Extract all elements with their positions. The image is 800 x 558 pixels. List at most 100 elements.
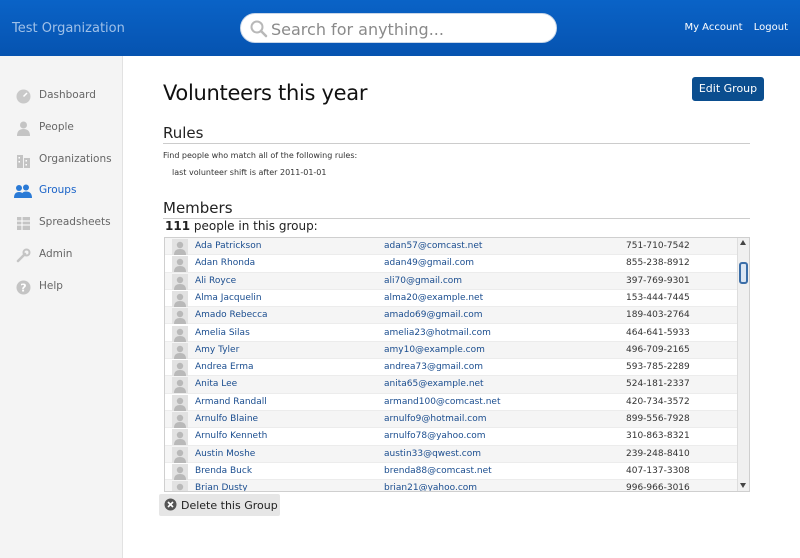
account-links: My Account Logout xyxy=(676,22,788,33)
table-row[interactable]: Amelia Silas amelia23@hotmail.com 464-641-… xyxy=(165,325,737,342)
member-name-link[interactable]: Alma Jacquelin xyxy=(195,293,262,303)
member-email-link[interactable]: adan57@comcast.net xyxy=(384,241,482,251)
table-row[interactable]: Adan Rhonda adan49@gmail.com 855-238-8912 xyxy=(165,255,737,273)
member-name-link[interactable]: Arnulfo Blaine xyxy=(195,414,258,424)
member-name-link[interactable]: Ada Patrickson xyxy=(195,241,261,251)
my-account-link[interactable]: My Account xyxy=(684,22,742,33)
member-phone: 996-966-3016 xyxy=(626,483,690,492)
member-name-link[interactable]: Austin Moshe xyxy=(195,449,255,459)
person-icon xyxy=(17,121,30,136)
sidebar-item-label: Dashboard xyxy=(39,89,96,101)
member-email-link[interactable]: andrea73@gmail.com xyxy=(384,362,483,372)
table-row[interactable]: Brenda Buck brenda88@comcast.net 407-137-3… xyxy=(165,463,737,481)
delete-group-label: Delete this Group xyxy=(181,499,278,512)
member-name-link[interactable]: Amado Rebecca xyxy=(195,310,268,320)
avatar-icon xyxy=(172,412,188,428)
member-email-link[interactable]: arnulfo78@yahoo.com xyxy=(384,431,486,441)
table-row[interactable]: Amy Tyler amy10@example.com 496-709-2165 xyxy=(165,341,737,360)
search-input[interactable] xyxy=(271,18,546,40)
avatar-icon xyxy=(172,429,188,446)
member-name-link[interactable]: Adan Rhonda xyxy=(195,258,255,268)
rules-intro: Find people who match all of the followi… xyxy=(163,151,358,160)
member-name-link[interactable]: Ali Royce xyxy=(195,276,236,286)
table-row[interactable]: Ali Royce ali70@gmail.com 397-769-9301 xyxy=(165,272,737,290)
table-row[interactable]: Brian Dusty brian21@yahoo.com 996-966-3016 xyxy=(165,480,737,492)
search-icon xyxy=(250,20,268,38)
member-email-link[interactable]: arnulfo9@hotmail.com xyxy=(384,414,486,424)
sidebar-item-groups[interactable]: Groups xyxy=(0,178,123,204)
member-phone: 751-710-7542 xyxy=(626,241,690,251)
sidebar: Dashboard People Organizations Groups Sp… xyxy=(0,56,123,558)
edit-group-button[interactable]: Edit Group xyxy=(692,77,764,101)
member-phone: 239-248-8410 xyxy=(626,448,690,459)
scroll-thumb[interactable] xyxy=(739,262,748,284)
table-row[interactable]: Andrea Erma andrea73@gmail.com 593-785-228… xyxy=(165,359,737,377)
sidebar-item-label: Help xyxy=(39,280,63,292)
sidebar-item-label: Spreadsheets xyxy=(39,216,111,228)
table-row[interactable]: Arnulfo Kenneth arnulfo78@yahoo.com 310-86… xyxy=(165,428,737,446)
sidebar-item-spreadsheets[interactable]: Spreadsheets xyxy=(0,210,123,236)
avatar-icon xyxy=(172,256,188,273)
help-icon: ? xyxy=(16,280,31,295)
org-name[interactable]: Test Organization xyxy=(12,21,125,36)
sidebar-item-label: Groups xyxy=(39,184,77,196)
sidebar-item-label: People xyxy=(39,121,74,133)
member-name-link[interactable]: Armand Randall xyxy=(195,397,267,407)
table-row[interactable]: Arnulfo Blaine arnulfo9@hotmail.com 899-55… xyxy=(165,411,737,429)
member-email-link[interactable]: armand100@comcast.net xyxy=(384,397,500,407)
sidebar-item-help[interactable]: ? Help xyxy=(0,274,123,300)
table-row[interactable]: Austin Moshe austin33@qwest.com 239-248-84… xyxy=(165,445,737,463)
member-name-link[interactable]: Amy Tyler xyxy=(195,345,239,355)
avatar-icon xyxy=(172,481,188,491)
member-phone: 407-137-3308 xyxy=(626,465,690,476)
sidebar-item-people[interactable]: People xyxy=(0,115,123,141)
member-phone: 310-863-8321 xyxy=(626,431,690,442)
member-email-link[interactable]: alma20@example.net xyxy=(384,293,483,303)
member-email-link[interactable]: amado69@gmail.com xyxy=(384,310,483,320)
sidebar-item-label: Organizations xyxy=(39,153,112,165)
member-name-link[interactable]: Andrea Erma xyxy=(195,362,254,372)
member-phone: 153-444-7445 xyxy=(626,292,690,303)
member-count: 111 xyxy=(165,219,191,233)
member-name-link[interactable]: Brenda Buck xyxy=(195,466,252,476)
table-row[interactable]: Armand Randall armand100@comcast.net 420-7… xyxy=(165,394,737,411)
avatar-icon xyxy=(172,290,188,307)
scroll-up-icon[interactable] xyxy=(740,240,746,245)
member-count-line: 111 people in this group: xyxy=(165,219,318,233)
scroll-down-icon[interactable] xyxy=(740,483,746,488)
member-email-link[interactable]: amelia23@hotmail.com xyxy=(384,328,491,338)
member-phone: 189-403-2764 xyxy=(626,310,690,321)
avatar-icon xyxy=(172,463,188,480)
member-email-link[interactable]: adan49@gmail.com xyxy=(384,258,474,268)
group-icon xyxy=(14,184,32,198)
member-phone: 464-641-5933 xyxy=(626,327,690,338)
sidebar-item-dashboard[interactable]: Dashboard xyxy=(0,83,123,109)
logout-link[interactable]: Logout xyxy=(754,22,788,33)
member-email-link[interactable]: brenda88@comcast.net xyxy=(384,466,492,476)
member-email-link[interactable]: austin33@qwest.com xyxy=(384,449,481,459)
dashboard-icon xyxy=(16,89,31,104)
member-name-link[interactable]: Arnulfo Kenneth xyxy=(195,431,267,441)
avatar-icon xyxy=(172,377,188,394)
member-email-link[interactable]: ali70@gmail.com xyxy=(384,276,462,286)
member-name-link[interactable]: Brian Dusty xyxy=(195,483,248,491)
members-table[interactable]: Ada Patrickson adan57@comcast.net 751-710-… xyxy=(164,237,750,492)
sidebar-item-organizations[interactable]: Organizations xyxy=(0,147,123,173)
close-circle-icon xyxy=(164,498,177,511)
members-scrollbar[interactable] xyxy=(737,238,749,491)
sidebar-item-admin[interactable]: Admin xyxy=(0,242,123,268)
member-email-link[interactable]: amy10@example.com xyxy=(384,345,485,355)
member-email-link[interactable]: brian21@yahoo.com xyxy=(384,483,477,491)
avatar-icon xyxy=(172,325,188,342)
member-name-link[interactable]: Anita Lee xyxy=(195,379,237,389)
table-row[interactable]: Ada Patrickson adan57@comcast.net 751-710-… xyxy=(165,238,737,256)
table-row[interactable]: Alma Jacquelin alma20@example.net 153-444-… xyxy=(165,290,737,308)
member-email-link[interactable]: anita65@example.net xyxy=(384,379,484,389)
avatar-icon xyxy=(172,342,188,359)
table-row[interactable]: Anita Lee anita65@example.net 524-181-2337 xyxy=(165,376,737,394)
main-content: Volunteers this year Edit Group Rules Fi… xyxy=(123,56,800,558)
delete-group-button[interactable]: Delete this Group xyxy=(159,494,280,516)
search-box[interactable] xyxy=(240,13,557,43)
member-name-link[interactable]: Amelia Silas xyxy=(195,328,250,338)
table-row[interactable]: Amado Rebecca amado69@gmail.com 189-403-27… xyxy=(165,307,737,325)
